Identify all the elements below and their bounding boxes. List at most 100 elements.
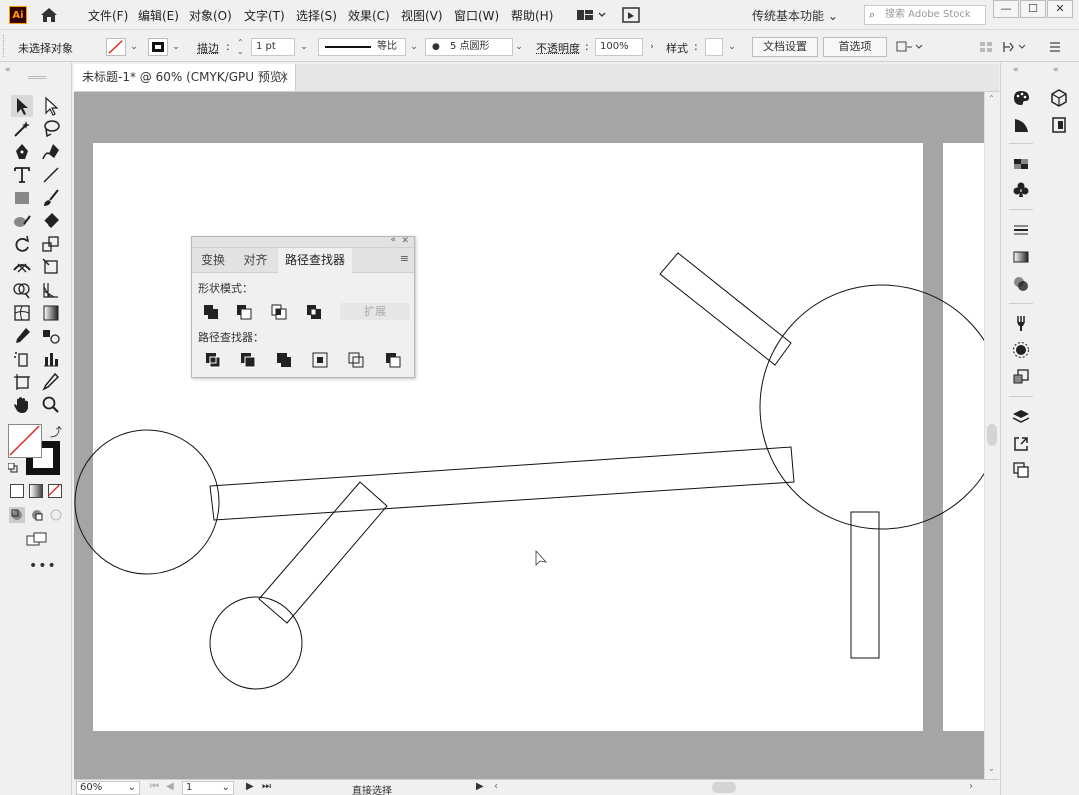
eraser-tool[interactable] [40, 210, 62, 232]
diagonal-bar-shape[interactable] [258, 481, 388, 624]
color-mode-button[interactable] [10, 484, 24, 498]
zoom-tool[interactable] [40, 394, 62, 416]
line-segment-tool[interactable] [40, 164, 62, 186]
prev-artboard-icon[interactable]: ◀ [166, 781, 174, 792]
fill-swatch[interactable] [106, 38, 126, 56]
artboard-tool[interactable] [11, 371, 33, 393]
draw-inside-button[interactable] [48, 507, 64, 523]
stroke-panel-button[interactable] [1011, 220, 1031, 240]
circle-shape-left[interactable] [74, 429, 220, 575]
quick-actions-button[interactable] [896, 39, 924, 55]
document-tab[interactable]: 未标题-1* @ 60% (CMYK/GPU 预览) ✕ [74, 64, 296, 91]
selection-tool[interactable] [11, 95, 33, 117]
properties-panel-button[interactable] [1049, 115, 1069, 135]
tab-align[interactable]: 对齐 [234, 248, 277, 273]
exclude-button[interactable] [305, 303, 323, 321]
default-colors-icon[interactable] [7, 462, 18, 473]
color-panel-button[interactable] [1011, 88, 1031, 108]
menu-window[interactable]: 窗口(W) [454, 7, 499, 24]
brush-definition[interactable]: ● 5 点圆形 [425, 38, 513, 56]
menu-file[interactable]: 文件(F) [88, 7, 128, 24]
close-window-button[interactable]: ✕ [1047, 0, 1073, 18]
scroll-up-icon[interactable]: ⌃ [988, 94, 995, 103]
maximize-button[interactable]: ☐ [1020, 0, 1046, 18]
symbol-sprayer-tool[interactable] [11, 348, 33, 370]
arrange-documents-button[interactable] [575, 6, 609, 24]
draw-behind-button[interactable] [29, 507, 45, 523]
menu-effect[interactable]: 效果(C) [348, 7, 390, 24]
artboards-panel-button[interactable] [1011, 460, 1031, 480]
panel-titlebar[interactable]: « ✕ [192, 235, 414, 248]
last-artboard-icon[interactable]: ⏭ [262, 781, 271, 792]
merge-button[interactable] [275, 351, 293, 369]
direct-selection-tool[interactable] [40, 95, 62, 117]
menu-type[interactable]: 文字(T) [244, 7, 285, 24]
free-transform-tool[interactable] [40, 256, 62, 278]
divide-button[interactable] [204, 351, 222, 369]
menu-edit[interactable]: 编辑(E) [138, 7, 179, 24]
type-tool[interactable] [11, 164, 33, 186]
menu-view[interactable]: 视图(V) [401, 7, 443, 24]
fill-dropdown-chevron-icon[interactable]: ⌄ [127, 38, 141, 56]
gradient-panel-button[interactable] [1011, 247, 1031, 267]
paintbrush-tool[interactable] [40, 187, 62, 209]
opacity-label[interactable]: 不透明度 [536, 40, 580, 56]
stroke-weight-chevron-icon[interactable]: ⌄ [297, 38, 311, 56]
expand-panels-right-icon[interactable]: « [1053, 65, 1059, 75]
shape-builder-tool[interactable] [11, 279, 33, 301]
graphic-style-swatch[interactable] [705, 38, 723, 56]
stroke-weight-input[interactable]: 1 pt [251, 38, 295, 56]
status-menu-arrow-icon[interactable]: ▶ [476, 781, 484, 792]
minus-front-button[interactable] [235, 303, 253, 321]
collapse-panel-icon[interactable]: « [390, 235, 396, 245]
upper-bar-shape[interactable] [659, 252, 792, 366]
lasso-tool[interactable] [40, 118, 62, 140]
gpu-performance-button[interactable] [620, 6, 642, 24]
swatches-panel-button[interactable] [1011, 154, 1031, 174]
panel-menu-icon[interactable]: ≡ [400, 252, 409, 265]
transform-icon[interactable] [1001, 39, 1029, 55]
stroke-dropdown-chevron-icon[interactable]: ⌄ [169, 38, 183, 56]
zoom-level-input[interactable]: 60% ⌄ [76, 781, 140, 795]
libraries-panel-button[interactable] [1049, 88, 1069, 108]
menu-object[interactable]: 对象(O) [189, 7, 232, 24]
stroke-label[interactable]: 描边 [197, 40, 219, 56]
opacity-input[interactable]: 100% [595, 38, 643, 56]
scroll-down-icon[interactable]: ⌄ [988, 764, 995, 773]
align-icon[interactable] [978, 39, 994, 55]
opacity-arrow-icon[interactable]: › [645, 38, 659, 56]
long-bar-shape[interactable] [209, 446, 795, 521]
blend-tool[interactable] [40, 325, 62, 347]
toolbar-grip[interactable] [28, 76, 46, 79]
vertical-bar-shape[interactable] [850, 511, 880, 659]
hand-tool[interactable] [11, 394, 33, 416]
vertical-scroll-thumb[interactable] [987, 424, 997, 446]
minus-back-button[interactable] [384, 351, 402, 369]
symbols-panel-button[interactable] [1011, 180, 1031, 200]
scroll-left-icon[interactable]: ‹ [494, 781, 498, 792]
trim-button[interactable] [239, 351, 257, 369]
workspace-switcher[interactable]: 传统基本功能 ⌄ [752, 7, 838, 24]
control-bar-menu-icon[interactable] [1047, 39, 1063, 55]
mesh-tool[interactable] [11, 302, 33, 324]
style-chevron-icon[interactable]: ⌄ [725, 38, 739, 56]
document-setup-button[interactable]: 文档设置 [752, 37, 818, 57]
intersect-button[interactable] [270, 303, 288, 321]
vertical-scrollbar[interactable]: ⌃ ⌄ [984, 92, 999, 779]
expand-panels-icon[interactable]: « [1013, 65, 1019, 75]
grip-handle[interactable] [3, 35, 7, 57]
slice-tool[interactable] [40, 371, 62, 393]
artboard-number-input[interactable]: 1 ⌄ [182, 781, 234, 795]
layers-panel-button[interactable] [1011, 407, 1031, 427]
color-guide-panel-button[interactable] [1011, 115, 1031, 135]
profile-chevron-icon[interactable]: ⌄ [407, 38, 421, 56]
next-artboard-icon[interactable]: ▶ [246, 781, 254, 792]
screen-mode-button[interactable] [26, 531, 48, 547]
tab-transform[interactable]: 变换 [192, 248, 234, 273]
swap-fill-stroke-icon[interactable]: ⤴ [50, 423, 62, 440]
expand-button[interactable]: 扩展 [340, 303, 410, 320]
curvature-tool[interactable] [40, 141, 62, 163]
shaper-tool[interactable] [11, 210, 33, 232]
pen-tool[interactable] [11, 141, 33, 163]
close-tab-icon[interactable]: ✕ [279, 64, 289, 91]
